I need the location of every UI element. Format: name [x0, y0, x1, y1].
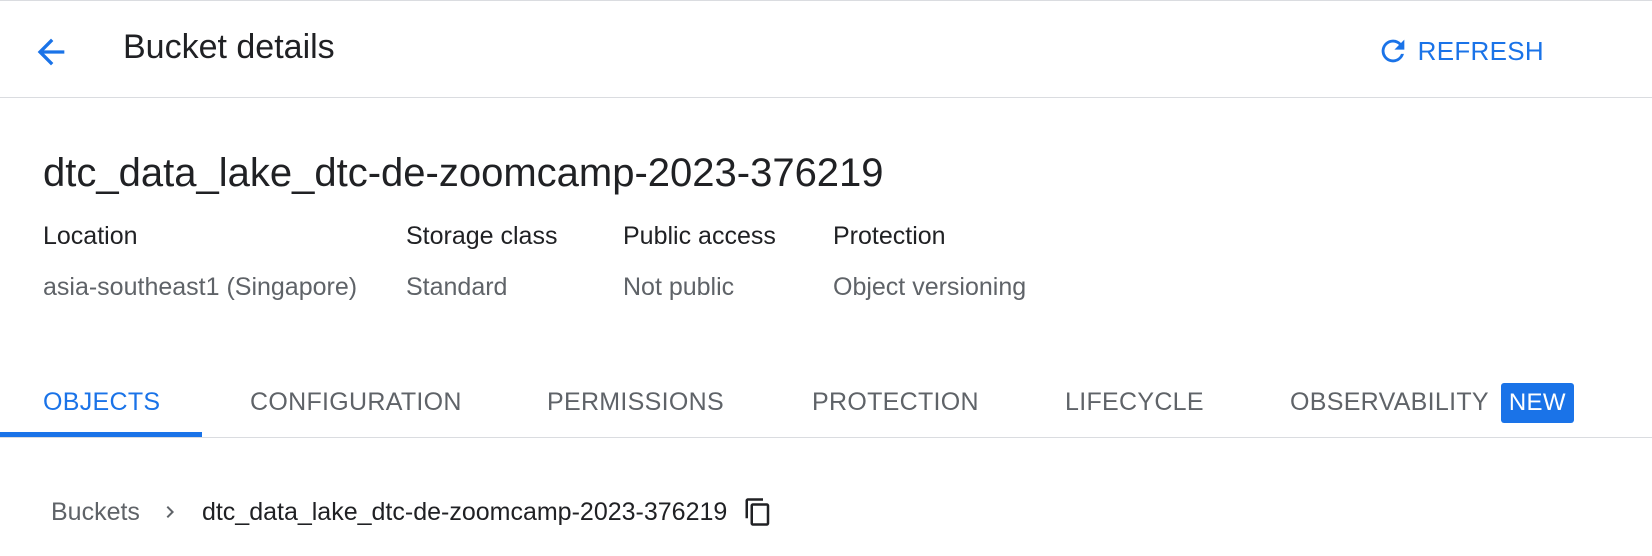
tab-label: OBJECTS: [43, 388, 161, 416]
breadcrumb: Buckets dtc_data_lake_dtc-de-zoomcamp-20…: [51, 492, 775, 532]
property-label: Location: [43, 222, 138, 250]
bucket-name: dtc_data_lake_dtc-de-zoomcamp-2023-37621…: [43, 151, 884, 195]
tab-configuration[interactable]: CONFIGURATION: [250, 368, 462, 437]
arrow-back-icon: [37, 38, 65, 66]
tab-label: CONFIGURATION: [250, 388, 462, 416]
refresh-icon: [1381, 39, 1404, 63]
tab-lifecycle[interactable]: LIFECYCLE: [1065, 368, 1204, 437]
tab-label: PERMISSIONS: [547, 388, 724, 416]
property-label: Public access: [623, 222, 776, 250]
new-badge: NEW: [1500, 382, 1574, 423]
tab-bar: OBJECTS CONFIGURATION PERMISSIONS PROTEC…: [0, 368, 1652, 438]
active-tab-indicator: [0, 432, 202, 437]
property-location: Location asia-southeast1 (Singapore): [43, 222, 357, 302]
tab-observability[interactable]: OBSERVABILITY NEW: [1290, 368, 1574, 437]
property-label: Storage class: [406, 222, 558, 250]
tab-label: PROTECTION: [812, 388, 979, 416]
chevron-right-icon: [158, 500, 182, 524]
back-button[interactable]: [28, 29, 74, 75]
copy-icon: [745, 498, 770, 526]
breadcrumb-buckets-link[interactable]: Buckets: [51, 498, 140, 527]
refresh-button[interactable]: REFRESH: [1376, 31, 1544, 71]
tab-label: OBSERVABILITY: [1290, 388, 1489, 416]
property-public-access: Public access Not public: [623, 222, 776, 302]
copy-bucket-name-button[interactable]: [741, 495, 775, 529]
refresh-label: REFRESH: [1417, 35, 1544, 66]
page-header: Bucket details REFRESH: [0, 0, 1652, 98]
tab-objects[interactable]: OBJECTS: [43, 368, 160, 437]
tab-label: LIFECYCLE: [1065, 388, 1204, 416]
property-storage-class: Storage class Standard: [406, 222, 557, 302]
tab-protection[interactable]: PROTECTION: [812, 368, 979, 437]
property-value: Standard: [406, 273, 508, 301]
property-value: Object versioning: [833, 273, 1027, 301]
property-value: Not public: [623, 273, 735, 301]
property-protection: Protection Object versioning: [833, 222, 1026, 302]
page-title: Bucket details: [123, 28, 335, 66]
breadcrumb-current-bucket: dtc_data_lake_dtc-de-zoomcamp-2023-37621…: [201, 497, 728, 526]
tab-permissions[interactable]: PERMISSIONS: [547, 368, 724, 437]
property-label: Protection: [833, 222, 946, 250]
property-value: asia-southeast1 (Singapore): [43, 273, 358, 301]
